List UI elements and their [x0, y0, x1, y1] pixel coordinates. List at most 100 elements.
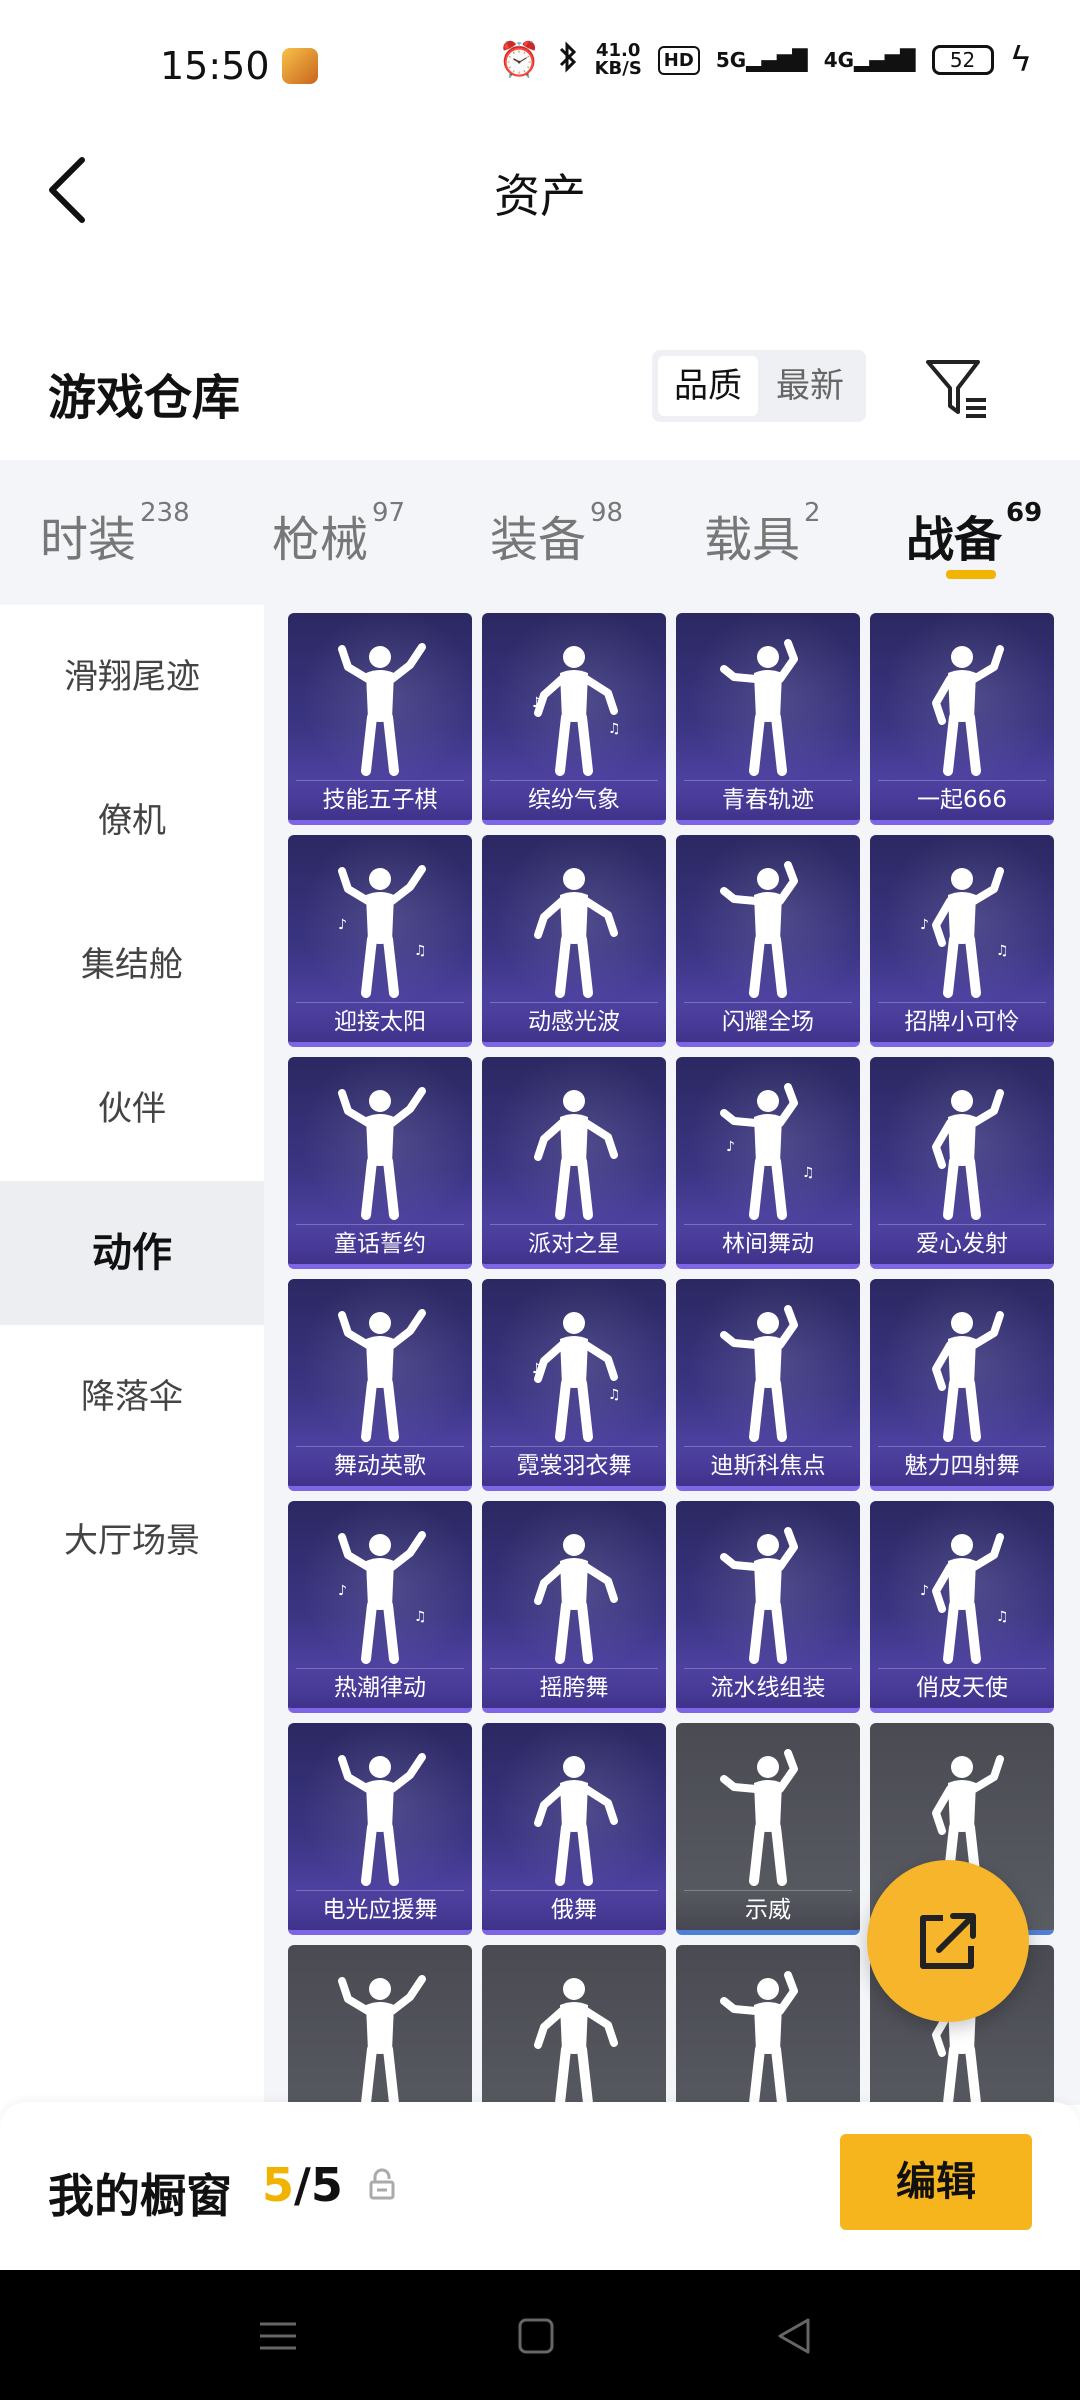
- emote-item[interactable]: 电光应援舞: [288, 1723, 472, 1935]
- emote-item[interactable]: ♪ ♫ 林间舞动: [676, 1057, 860, 1269]
- svg-text:♪: ♪: [920, 917, 929, 933]
- emote-item[interactable]: 动感光波: [482, 835, 666, 1047]
- emote-item[interactable]: 闪耀全场: [676, 835, 860, 1047]
- emote-label: 青春轨迹: [676, 780, 860, 820]
- emote-figure-icon: [534, 1756, 618, 1886]
- svg-text:♪: ♪: [338, 1583, 347, 1599]
- svg-text:♫: ♫: [414, 1609, 427, 1625]
- emote-item[interactable]: 俄舞: [482, 1723, 666, 1935]
- emote-item[interactable]: ♪ ♫ 俏皮天使: [870, 1501, 1054, 1713]
- share-button[interactable]: [867, 1860, 1029, 2022]
- status-bar: 15:50 ⏰ 41.0 KB/S HD 5G▂▄▆█ 4G▂▄▆█ 52 ϟ: [0, 0, 1080, 140]
- emote-label: 霓裳羽衣舞: [482, 1446, 666, 1486]
- sidebar-item-companion[interactable]: 伙伴: [0, 1037, 264, 1181]
- sidebar-item-emotes[interactable]: 动作: [0, 1181, 264, 1325]
- emote-figure-icon: [338, 1753, 426, 1886]
- emote-figure-icon: [932, 1311, 1004, 1442]
- signal-4g-icon: 4G▂▄▆█: [823, 48, 916, 72]
- emote-item[interactable]: 派对之星: [482, 1057, 666, 1269]
- svg-text:♪: ♪: [726, 1139, 735, 1155]
- emote-item[interactable]: [676, 1945, 860, 2105]
- emote-item[interactable]: [288, 1945, 472, 2105]
- sidebar-item-lobby-scene[interactable]: 大厅场景: [0, 1469, 264, 1613]
- filter-button[interactable]: [920, 352, 992, 424]
- net-4g-label: 4G: [823, 48, 855, 72]
- emote-label: 流水线组装: [676, 1668, 860, 1708]
- tab-battle-prep[interactable]: 战备 69: [906, 498, 1042, 570]
- svg-text:♫: ♫: [996, 943, 1009, 959]
- tab-fashion[interactable]: 时装 238: [40, 498, 190, 570]
- emote-figure-icon: [534, 1534, 618, 1664]
- emote-item[interactable]: ♪ ♫ 缤纷气象: [482, 613, 666, 825]
- emote-item[interactable]: ♪ ♫ 迎接太阳: [288, 835, 472, 1047]
- charging-icon: ϟ: [1009, 40, 1032, 80]
- emote-item[interactable]: 舞动英歌: [288, 1279, 472, 1491]
- emote-figure-icon: ♪♫: [338, 865, 427, 998]
- emote-item[interactable]: 示威: [676, 1723, 860, 1935]
- emote-figure-icon: ♪♫: [338, 1531, 427, 1664]
- emote-label: 魅力四射舞: [870, 1446, 1054, 1486]
- sidebar-item-wingman[interactable]: 僚机: [0, 749, 264, 893]
- emote-label: 招牌小可怜: [870, 1002, 1054, 1042]
- emote-item[interactable]: 技能五子棋: [288, 613, 472, 825]
- category-tabs: 时装 238 枪械 97 装备 98 载具 2 战备 69: [0, 460, 1080, 605]
- emote-figure-icon: [720, 1971, 798, 2105]
- tab-equipment[interactable]: 装备 98: [490, 498, 624, 570]
- home-icon[interactable]: [514, 2314, 558, 2358]
- emote-item[interactable]: 流水线组装: [676, 1501, 860, 1713]
- emote-item[interactable]: [482, 1945, 666, 2105]
- filter-icon: [926, 360, 986, 418]
- emote-figure-icon: [338, 643, 426, 776]
- emote-label: 舞动英歌: [288, 1446, 472, 1486]
- menu-icon[interactable]: [256, 2314, 300, 2358]
- emote-item[interactable]: 魅力四射舞: [870, 1279, 1054, 1491]
- emote-figure-icon: [338, 1309, 426, 1442]
- tab-guns[interactable]: 枪械 97: [272, 498, 405, 570]
- back-nav-icon[interactable]: [772, 2314, 816, 2358]
- emote-figure-icon: ♪♫: [920, 867, 1009, 998]
- sidebar-item-drop-pod[interactable]: 集结舱: [0, 893, 264, 1037]
- sidebar-item-parachute[interactable]: 降落伞: [0, 1325, 264, 1469]
- emote-item[interactable]: ♪ ♫ 霓裳羽衣舞: [482, 1279, 666, 1491]
- showcase-separator: /: [294, 2158, 311, 2212]
- edit-button[interactable]: 编辑: [840, 2134, 1032, 2230]
- emote-label: 迎接太阳: [288, 1002, 472, 1042]
- lock-icon: [368, 2168, 396, 2200]
- emote-item[interactable]: ♪ ♫ 招牌小可怜: [870, 835, 1054, 1047]
- sort-newest-button[interactable]: 最新: [760, 356, 860, 416]
- svg-text:♫: ♫: [996, 1609, 1009, 1625]
- app-icon: [282, 48, 318, 84]
- emote-item[interactable]: 青春轨迹: [676, 613, 860, 825]
- emote-label: 闪耀全场: [676, 1002, 860, 1042]
- system-nav-bar: [0, 2270, 1080, 2400]
- emote-label: 摇胯舞: [482, 1668, 666, 1708]
- hd-icon: HD: [657, 45, 700, 75]
- signal-5g-icon: 5G▂▄▆█: [715, 48, 808, 72]
- tab-count: 2: [804, 498, 821, 528]
- emote-item[interactable]: 迪斯科焦点: [676, 1279, 860, 1491]
- sidebar-item-glide-trail[interactable]: 滑翔尾迹: [0, 605, 264, 749]
- emote-item[interactable]: 爱心发射: [870, 1057, 1054, 1269]
- emote-label: 俄舞: [482, 1890, 666, 1930]
- emote-item[interactable]: 一起666: [870, 613, 1054, 825]
- emote-figure-icon: [720, 1749, 798, 1886]
- emote-figure-icon: [338, 1087, 426, 1220]
- tab-vehicles[interactable]: 载具 2: [704, 498, 821, 570]
- tab-label: 装备: [490, 512, 587, 568]
- emote-figure-icon: [534, 868, 618, 998]
- page-title: 资产: [494, 169, 586, 223]
- emote-figure-icon: ♪♫: [532, 646, 621, 776]
- net-5g-label: 5G: [715, 48, 747, 72]
- sort-quality-button[interactable]: 品质: [658, 356, 758, 416]
- emote-label: 俏皮天使: [870, 1668, 1054, 1708]
- emote-item[interactable]: 童话誓约: [288, 1057, 472, 1269]
- tab-count: 98: [590, 498, 624, 528]
- emote-label: 迪斯科焦点: [676, 1446, 860, 1486]
- emote-item[interactable]: ♪ ♫ 热潮律动: [288, 1501, 472, 1713]
- emote-item[interactable]: 摇胯舞: [482, 1501, 666, 1713]
- emote-figure-icon: ♪♫: [920, 1533, 1009, 1664]
- emote-figure-icon: [720, 1527, 798, 1664]
- emote-figure-icon: [720, 861, 798, 998]
- emote-label: 派对之星: [482, 1224, 666, 1264]
- emote-figure-icon: [932, 645, 1004, 776]
